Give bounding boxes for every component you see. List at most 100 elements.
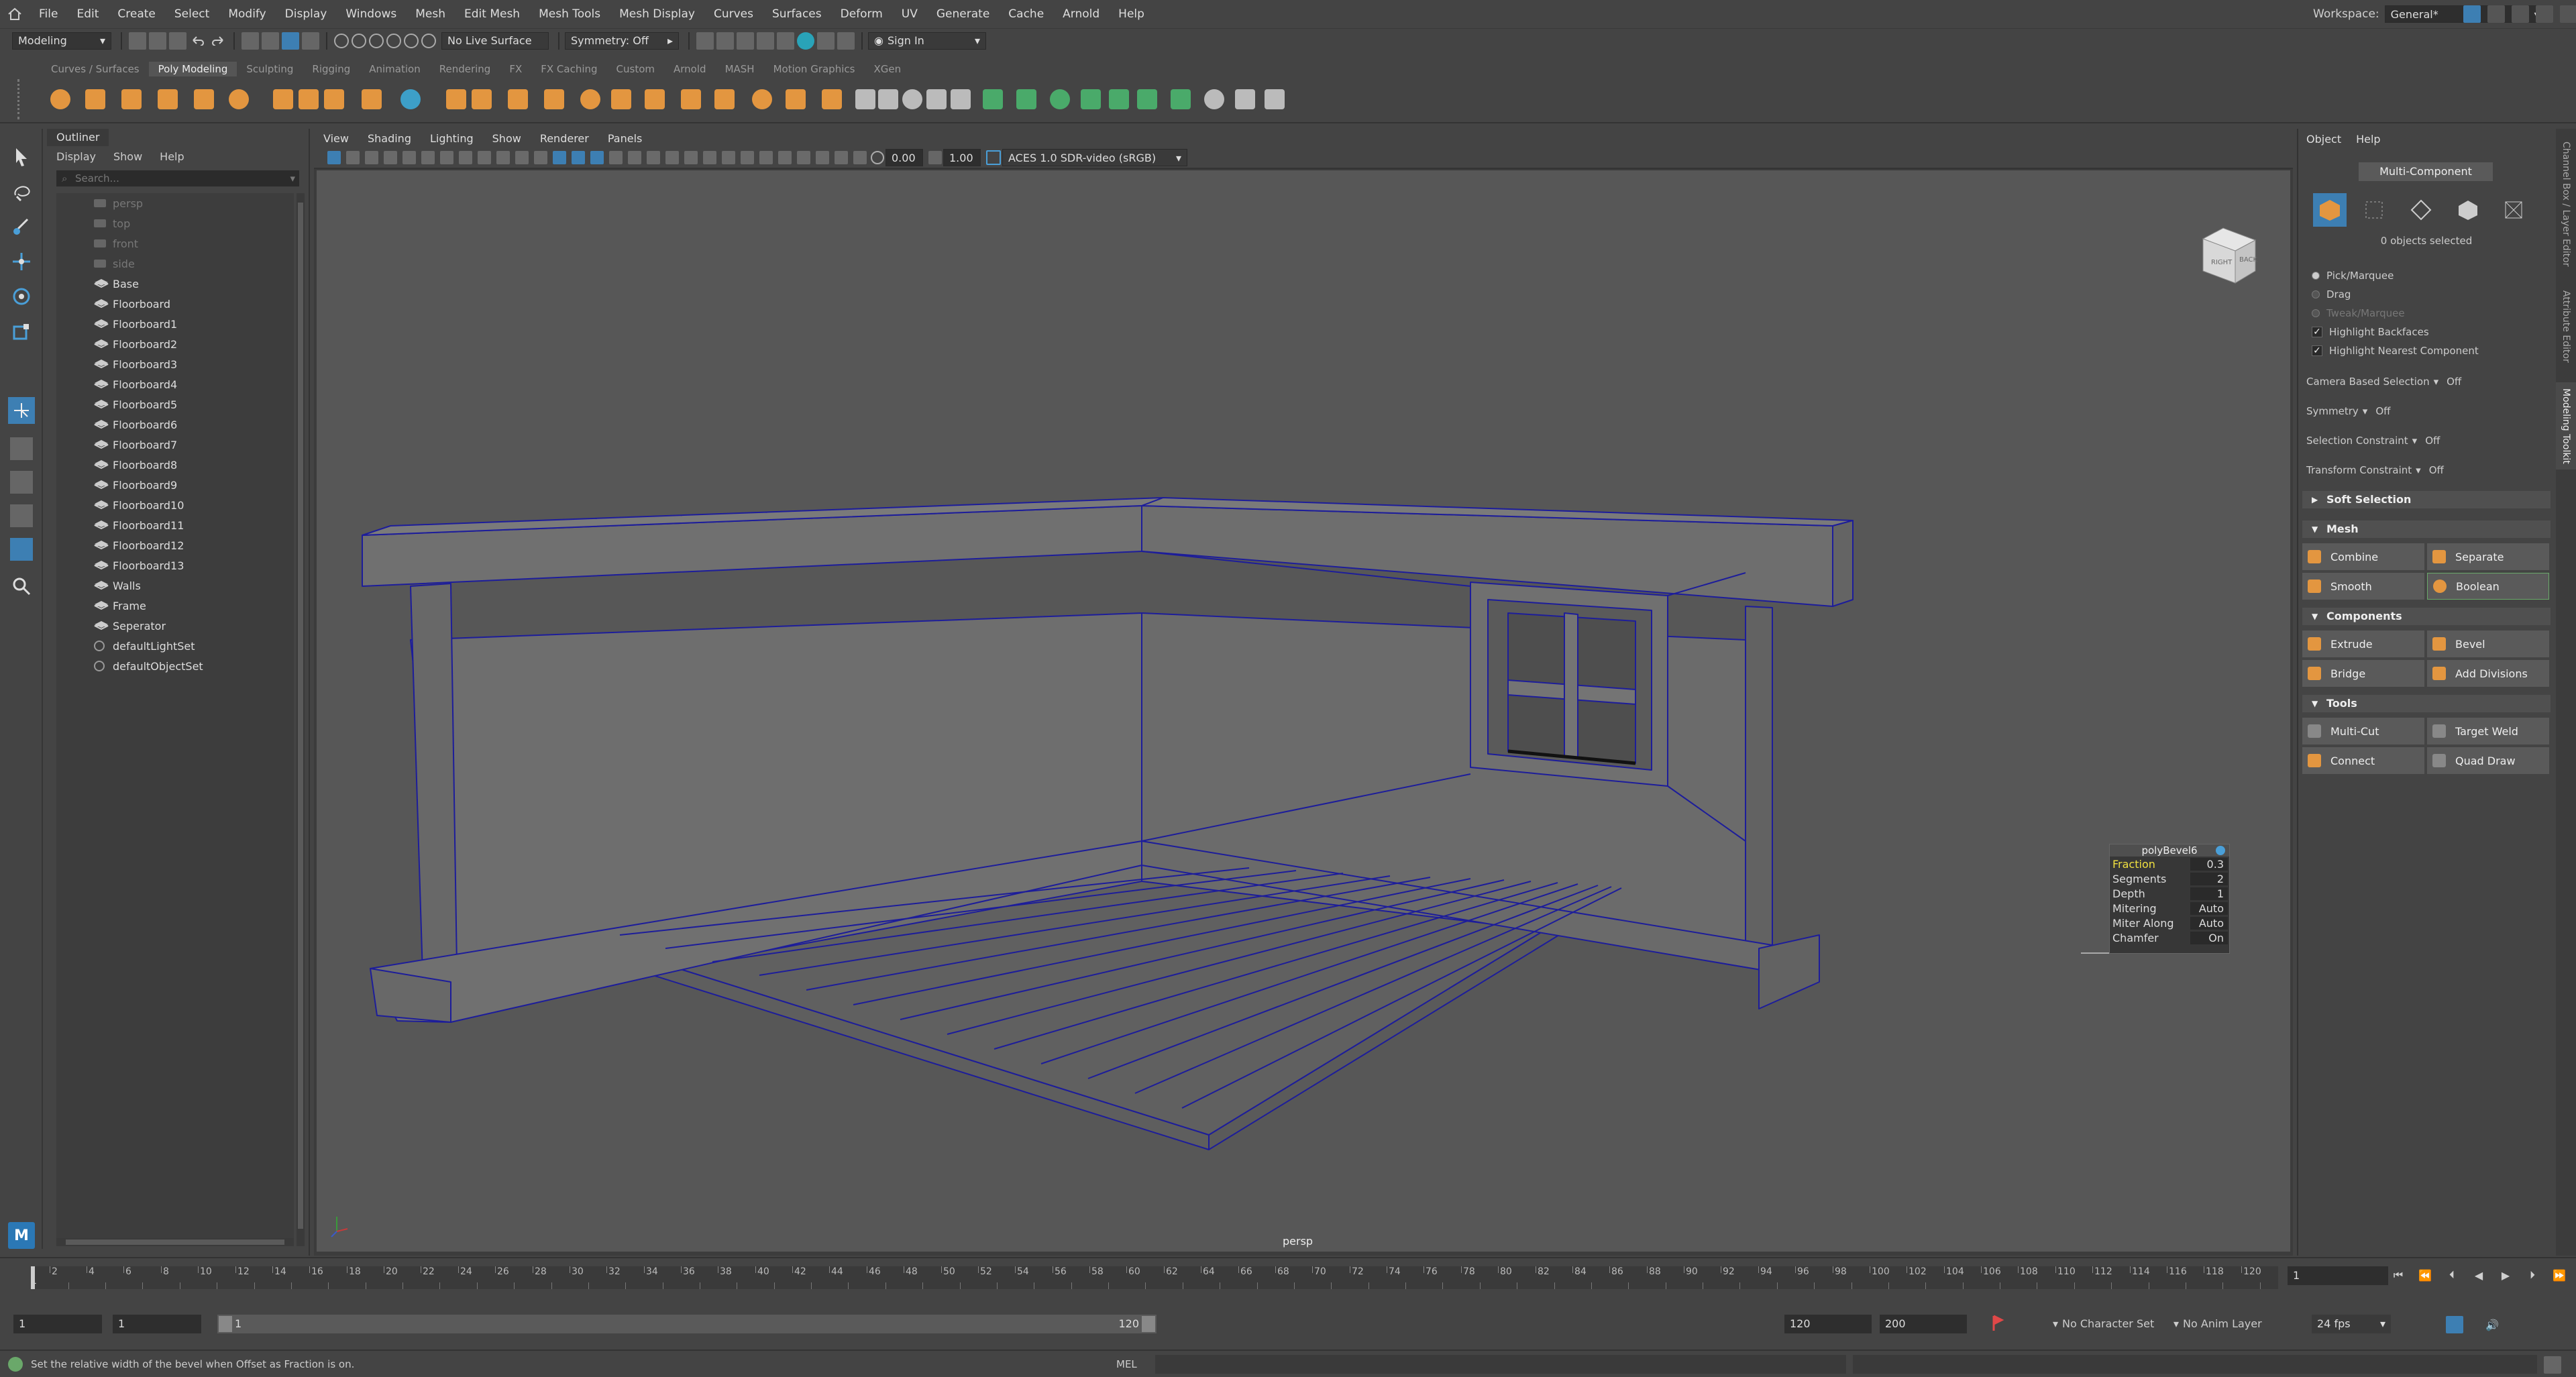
shelf-tab-curves-surfaces[interactable]: Curves / Surfaces: [42, 62, 149, 76]
gamma-icon[interactable]: [928, 151, 942, 164]
four-view-layout-icon[interactable]: [10, 471, 33, 494]
menu-uv[interactable]: UV: [892, 7, 927, 21]
xray-icon[interactable]: [778, 151, 792, 164]
bevel-fraction-row[interactable]: Fraction 0.3: [2110, 857, 2229, 871]
2d-pan-zoom-icon[interactable]: [402, 151, 416, 164]
single-perspective-layout-icon[interactable]: [10, 437, 33, 460]
shelf-tab-fx-caching[interactable]: FX Caching: [531, 62, 606, 76]
auto-key-icon[interactable]: [1990, 1315, 2004, 1332]
viewport-menu-renderer[interactable]: Renderer: [531, 132, 598, 145]
select-tool-icon[interactable]: [8, 144, 35, 170]
fps-select[interactable]: 24 fps ▾: [2312, 1315, 2391, 1333]
select-hierarchy-icon[interactable]: [241, 32, 259, 50]
planar-uv-icon[interactable]: [1046, 86, 1073, 113]
multi-component-button[interactable]: Multi-Component: [2359, 162, 2493, 181]
viewport-3d-view[interactable]: RIGHT BACK persp: [317, 170, 2290, 1252]
go-to-start-icon[interactable]: ⏮: [2390, 1266, 2407, 1284]
sweep-mesh-icon[interactable]: [397, 86, 424, 113]
bevel-depth-row[interactable]: Depth 1: [2110, 886, 2229, 901]
outliner-search-input[interactable]: ⌕ Search... ▾: [56, 170, 299, 186]
menu-mesh-display[interactable]: Mesh Display: [610, 7, 704, 21]
layout-icon[interactable]: [2463, 5, 2481, 23]
search-options-icon[interactable]: ▾: [290, 170, 295, 186]
shelf-tab-rigging[interactable]: Rigging: [303, 62, 360, 76]
add-divisions-button[interactable]: Add Divisions: [2427, 660, 2549, 687]
transform-constraint-option[interactable]: Transform Constraint ▾ Off: [2306, 464, 2444, 476]
menu-windows[interactable]: Windows: [336, 7, 406, 21]
zoom-search-icon[interactable]: [8, 573, 35, 600]
cube-icon[interactable]: [82, 86, 109, 113]
display-uv-icon[interactable]: [1261, 86, 1288, 113]
attribute-editor-tab[interactable]: Attribute Editor: [2556, 283, 2576, 370]
outliner-item-top[interactable]: top: [56, 213, 294, 233]
menu-mesh-tools[interactable]: Mesh Tools: [529, 7, 610, 21]
outliner-item-seperator[interactable]: Seperator: [56, 616, 294, 636]
loop-icon[interactable]: [2446, 1316, 2463, 1333]
viewport-menu-show[interactable]: Show: [483, 132, 531, 145]
current-frame-field[interactable]: 1: [2288, 1266, 2388, 1285]
bookmarks-icon[interactable]: [365, 151, 378, 164]
range-end-handle[interactable]: [1142, 1316, 1155, 1332]
menu-help[interactable]: Help: [1109, 7, 1154, 21]
separate-button[interactable]: Separate: [2427, 543, 2549, 570]
wireframe-on-shaded-icon[interactable]: [609, 151, 623, 164]
components-section[interactable]: ▼ Components: [2302, 608, 2551, 625]
component-type-icon[interactable]: [302, 32, 319, 50]
bevel-attr-value[interactable]: 0.3: [2190, 857, 2228, 871]
menu-deform[interactable]: Deform: [831, 7, 892, 21]
script-editor-icon[interactable]: [2544, 1356, 2561, 1374]
bridge-icon[interactable]: [678, 86, 704, 113]
menu-display[interactable]: Display: [276, 7, 337, 21]
command-line-input[interactable]: [1155, 1355, 1846, 1374]
isolate-select-icon[interactable]: [759, 151, 773, 164]
tweak-marquee-option[interactable]: Tweak/Marquee: [2312, 307, 2405, 319]
outliner-item-floorboard8[interactable]: Floorboard8: [56, 455, 294, 475]
last-tool-icon[interactable]: [8, 397, 35, 424]
key-icon[interactable]: [2510, 1316, 2528, 1333]
live-surface-field[interactable]: No Live Surface: [441, 32, 549, 50]
outliner-item-floorboard11[interactable]: Floorboard11: [56, 515, 294, 535]
multi-cut-button[interactable]: Multi-Cut: [2302, 718, 2424, 745]
torus-icon[interactable]: [191, 86, 217, 113]
paint-select-tool-icon[interactable]: [8, 213, 35, 240]
drag-option[interactable]: Drag: [2312, 288, 2351, 300]
bevel-hud[interactable]: polyBevel6 Fraction 0.3 Segments 2 Depth 1 Mit…: [2109, 844, 2230, 954]
motion-blur-icon[interactable]: [703, 151, 716, 164]
target-weld-button[interactable]: Target Weld: [2427, 718, 2549, 745]
channel-box-tab[interactable]: Channel Box / Layer Editor: [2556, 137, 2576, 271]
highlight-backfaces-checkbox[interactable]: ✓ Highlight Backfaces: [2312, 326, 2429, 338]
outliner-item-floorboard[interactable]: Floorboard: [56, 294, 294, 314]
extract-icon[interactable]: [608, 86, 635, 113]
platonic-icon[interactable]: [270, 86, 297, 113]
render-settings-icon[interactable]: [757, 32, 774, 50]
select-object-icon[interactable]: [262, 32, 279, 50]
separate-icon[interactable]: [468, 86, 495, 113]
outliner-scrollbar[interactable]: [297, 193, 305, 1246]
outliner-item-walls[interactable]: Walls: [56, 575, 294, 596]
snap-curve-icon[interactable]: [352, 33, 366, 48]
face-mode-icon[interactable]: [2454, 196, 2482, 224]
highlight-nearest-checkbox[interactable]: ✓ Highlight Nearest Component: [2312, 345, 2479, 357]
exposure-icon[interactable]: [871, 151, 884, 164]
ipr-render-icon[interactable]: [737, 32, 754, 50]
backface-culling-icon[interactable]: [853, 151, 867, 164]
menu-arnold[interactable]: Arnold: [1053, 7, 1109, 21]
character-set-select[interactable]: ▾ No Character Set: [2053, 1317, 2154, 1330]
menu-file[interactable]: File: [30, 7, 67, 21]
reduce-icon[interactable]: [641, 86, 668, 113]
smooth-icon[interactable]: [504, 86, 531, 113]
selection-constraint-option[interactable]: Selection Constraint ▾ Off: [2306, 435, 2440, 447]
outliner-item-floorboard9[interactable]: Floorboard9: [56, 475, 294, 495]
menu-mesh[interactable]: Mesh: [406, 7, 455, 21]
outliner-item-side[interactable]: side: [56, 254, 294, 274]
menu-create[interactable]: Create: [108, 7, 165, 21]
gate-mask-icon[interactable]: [496, 151, 510, 164]
type-icon[interactable]: [321, 86, 347, 113]
resolution-gate-icon[interactable]: [478, 151, 491, 164]
extrude-icon[interactable]: [711, 86, 738, 113]
persp-outliner-layout-icon[interactable]: [10, 504, 33, 527]
menu-curves[interactable]: Curves: [704, 7, 763, 21]
hud-pin-icon[interactable]: [2216, 846, 2225, 855]
range-start-handle[interactable]: [219, 1316, 232, 1332]
object-mode-icon[interactable]: [2313, 193, 2347, 227]
